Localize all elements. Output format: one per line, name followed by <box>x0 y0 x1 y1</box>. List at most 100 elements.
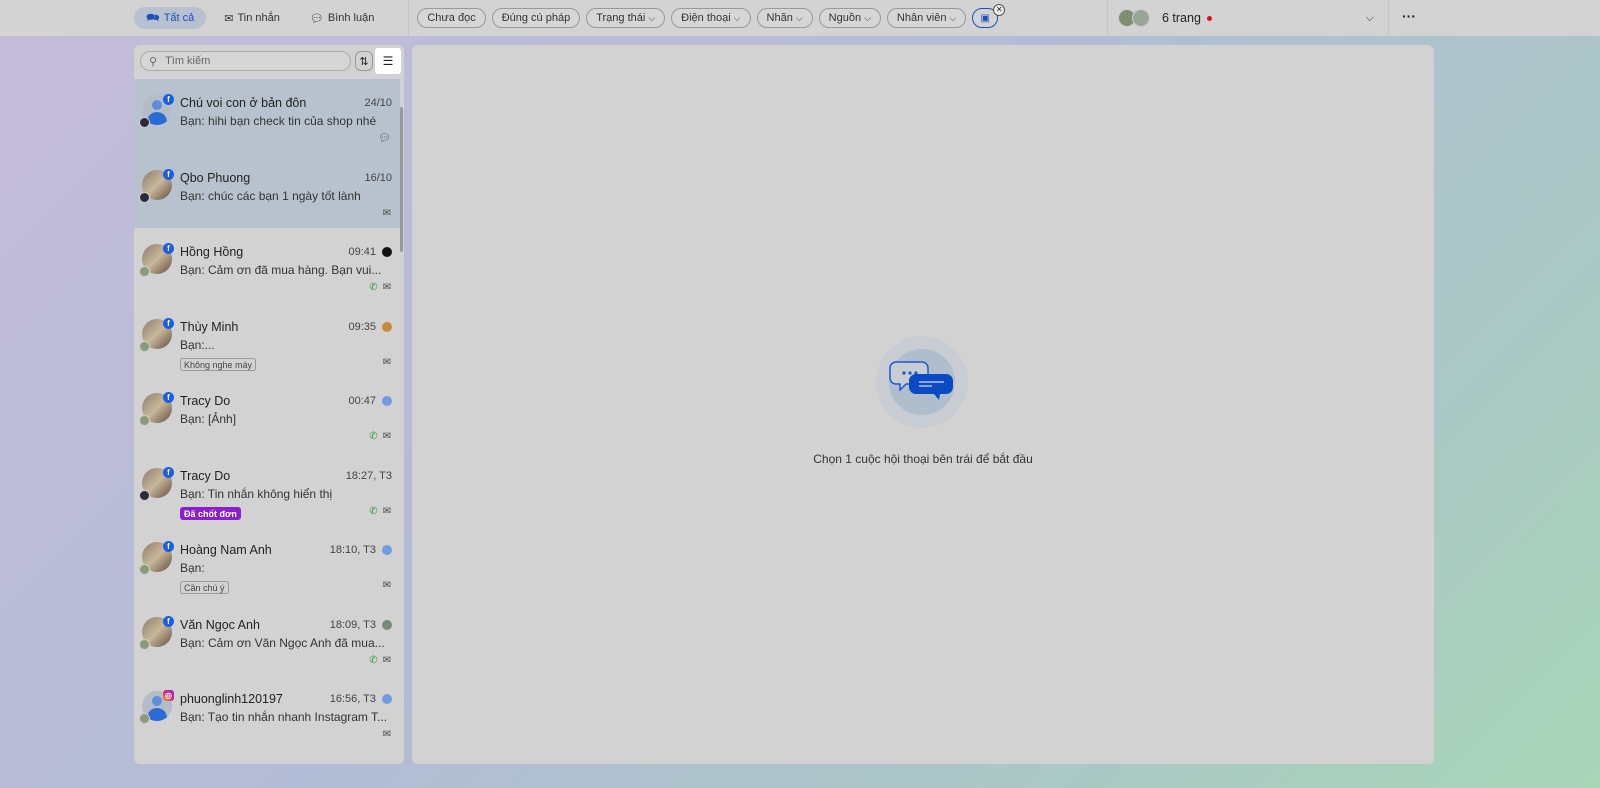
instagram-icon: ◎ <box>163 690 174 701</box>
chat-area: Chọn 1 cuộc hội thoại bên trái để bắt đầ… <box>412 45 1434 764</box>
filter-source[interactable]: Nguồn ⌵ <box>818 8 881 28</box>
contact-name: Thùy Minh <box>180 319 239 334</box>
conversation-item[interactable]: f Qbo Phuong 16/10 Bạn: chúc các bạn 1 n… <box>134 153 400 228</box>
channel-icons: ✆ ✉ <box>369 655 391 666</box>
assignee-avatar <box>382 619 392 630</box>
filter-status[interactable]: Trạng thái ⌵ <box>586 8 666 28</box>
channel-icons: ✆ ✉ <box>369 431 391 442</box>
assignee-avatar <box>382 694 392 704</box>
tab-all[interactable]: 🗪 Tất cả <box>134 7 207 29</box>
chevron-down-icon: ⌵ <box>733 12 741 23</box>
timestamp: 16:56, T3 <box>330 693 392 705</box>
channel-icons: ✉ <box>383 208 391 219</box>
timestamp: 16/10 <box>364 171 392 184</box>
chat-bubbles-icon <box>889 361 953 400</box>
filter-list-button[interactable]: ☰ <box>375 48 401 74</box>
empty-state-illustration <box>876 336 968 428</box>
mail-icon: ✉ <box>382 356 391 368</box>
assignee-avatar <box>382 247 392 257</box>
timestamp: 18:09, T3 <box>330 619 392 631</box>
timestamp: 24/10 <box>364 97 392 109</box>
label-tag: Đã chốt đơn <box>180 506 241 520</box>
facebook-icon: f <box>163 615 174 627</box>
tab-comments[interactable]: 💬︎ Bình luận <box>298 7 386 29</box>
divider <box>408 0 410 36</box>
mail-icon: ✉ <box>382 505 391 517</box>
page-avatar <box>139 489 150 501</box>
comment-icon: 💬︎ <box>309 12 324 25</box>
filter-staff[interactable]: Nhân viên ⌵ <box>886 8 967 28</box>
page-avatar <box>139 117 150 128</box>
page-avatar <box>139 638 150 650</box>
conversation-item[interactable]: f Thùy Minh 09:35 Bạn:... Không nghe máy … <box>134 303 400 378</box>
filter-label[interactable]: Nhãn ⌵ <box>756 8 813 28</box>
chevron-down-icon: ⌵ <box>795 12 803 23</box>
channel-icons: ✆ ✉ <box>369 506 391 517</box>
pages-label: 6 trang <box>1162 11 1201 25</box>
label-tag: Không nghe máy <box>180 357 257 371</box>
chevron-down-icon[interactable]: ⌵ <box>1366 12 1374 25</box>
phone-icon: ✆ <box>369 654 378 666</box>
message-preview: Bạn: hihi bạn check tin của shop nhé <box>180 114 377 128</box>
conversation-list: f Chú voi con ở bản đôn 24/10 Bạn: hihi … <box>134 79 400 750</box>
conversation-item[interactable]: f Chú voi con ở bản đôn 24/10 Bạn: hihi … <box>134 79 400 154</box>
filter-phone[interactable]: Điện thoại ⌵ <box>671 8 751 28</box>
facebook-icon: f <box>163 94 174 105</box>
phone-icon: ✆ <box>369 282 378 293</box>
mail-icon: ✉ <box>224 12 234 25</box>
page-avatar <box>139 266 150 277</box>
filter-unread[interactable]: Chưa đọc <box>417 8 486 28</box>
message-preview: Bạn: Tạo tin nhắn nhanh Instagram T... <box>180 710 388 724</box>
more-options-button[interactable]: ··· <box>1402 8 1416 24</box>
conversation-item[interactable]: f Văn Ngọc Anh 18:09, T3 Bạn: Cảm ơn Văn… <box>134 601 400 676</box>
timestamp: 09:41 <box>348 246 392 258</box>
search-input[interactable]: ⚲ Tìm kiếm <box>140 51 351 71</box>
message-preview: Bạn: Tin nhắn không hiển thị <box>180 486 333 501</box>
conversation-item[interactable]: f Hồng Hồng 09:41 Bạn: Cảm ơn đã mua hàn… <box>134 228 400 303</box>
facebook-icon: f <box>163 317 174 329</box>
page-avatar <box>1132 9 1150 27</box>
sort-icon: ⇅ <box>359 55 369 68</box>
page-avatar <box>139 415 150 426</box>
mail-icon: ✉ <box>382 431 391 442</box>
timestamp: 09:35 <box>348 321 392 333</box>
calendar-icon: ▣ <box>980 12 990 24</box>
page-selector[interactable]: 6 trang ⌵ <box>1107 0 1389 36</box>
contact-name: Văn Ngọc Anh <box>180 617 260 632</box>
channel-icons: ✉ <box>383 357 391 368</box>
contact-name: Hoàng Nam Anh <box>180 543 272 557</box>
page-avatar <box>139 713 150 724</box>
filter-syntax[interactable]: Đúng cú pháp <box>491 8 581 28</box>
contact-name: Qbo Phuong <box>180 170 251 185</box>
page-avatar <box>139 191 150 203</box>
timestamp: 18:10, T3 <box>330 544 392 556</box>
mail-icon: ✉ <box>382 207 391 219</box>
scrollbar[interactable] <box>400 107 403 252</box>
conversation-item[interactable]: ◎ phuonglinh120197 16:56, T3 Bạn: Tạo ti… <box>134 675 400 750</box>
channel-icons: ✉ <box>383 580 391 591</box>
channel-icons: 💬︎ <box>378 133 391 144</box>
conversation-item[interactable]: f Hoàng Nam Anh 18:10, T3 Bạn: Cần chú ý … <box>134 526 400 601</box>
conversation-panel: ⚲ Tìm kiếm ⇅ ☰ f Chú voi con ở bản đôn 24… <box>134 45 404 764</box>
facebook-icon: f <box>163 168 174 180</box>
notification-dot <box>1206 15 1212 21</box>
phone-icon: ✆ <box>369 505 378 517</box>
contact-name: Tracy Do <box>180 394 231 408</box>
mail-icon: ✉ <box>382 729 391 740</box>
conversation-item[interactable]: f Tracy Do 18:27, T3 Bạn: Tin nhắn không… <box>134 452 400 527</box>
chat-icon: 🗪 <box>146 11 160 24</box>
date-filter-button[interactable]: ▣ ✕ <box>972 4 1006 28</box>
empty-state-text: Chọn 1 cuộc hội thoại bên trái để bắt đầ… <box>813 452 1033 466</box>
sort-button[interactable]: ⇅ <box>355 51 373 71</box>
chevron-down-icon: ⌵ <box>949 12 957 23</box>
tab-messages[interactable]: ✉ Tin nhắn <box>212 7 292 29</box>
chevron-down-icon: ⌵ <box>648 12 656 23</box>
conversation-item[interactable]: f Tracy Do 00:47 Bạn: [Ảnh] ✆ ✉ <box>134 377 400 452</box>
search-icon: ⚲ <box>149 55 158 68</box>
close-icon[interactable]: ✕ <box>993 4 1006 16</box>
page-avatar <box>139 340 150 352</box>
assignee-avatar <box>382 396 392 406</box>
message-preview: Bạn: [Ảnh] <box>180 412 237 426</box>
mail-icon: ✉ <box>382 580 391 591</box>
facebook-icon: f <box>163 243 174 254</box>
